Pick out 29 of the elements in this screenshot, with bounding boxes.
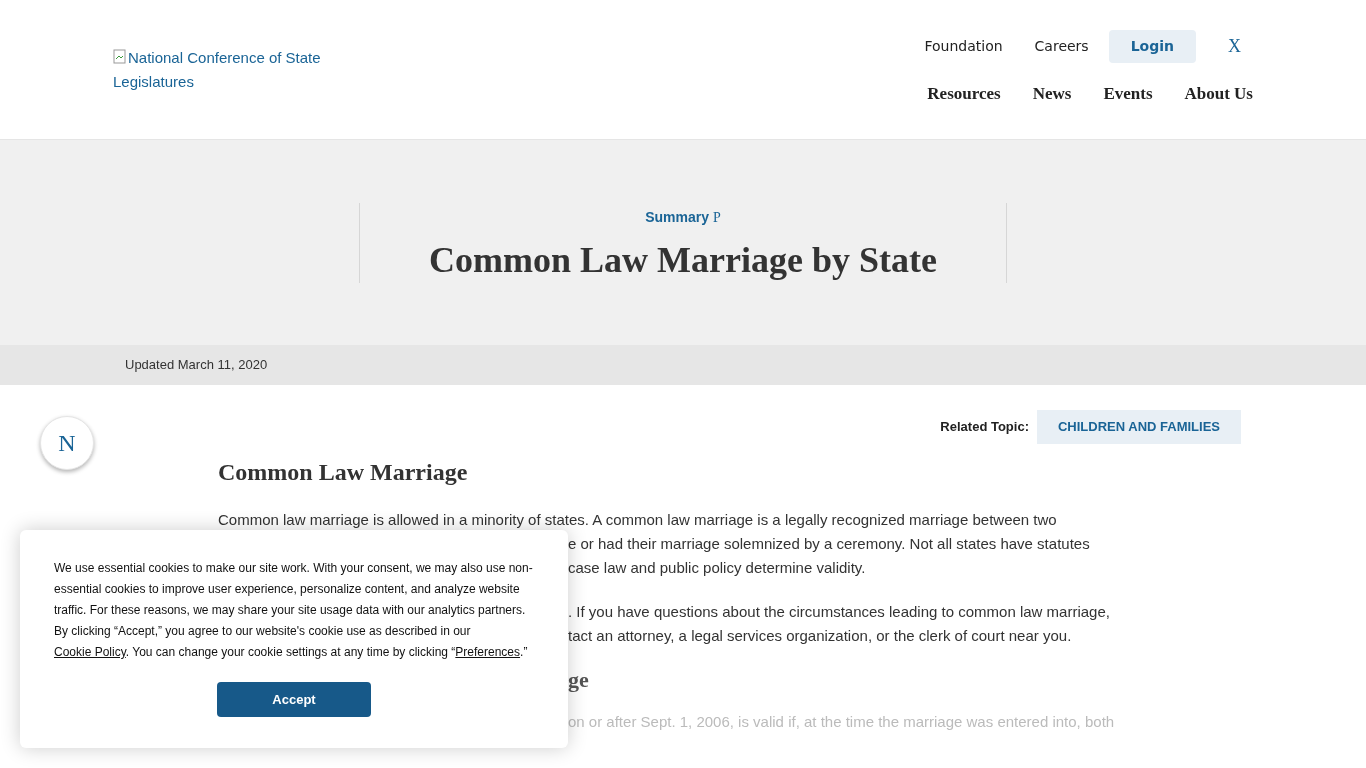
preferences-link[interactable]: Preferences (455, 645, 521, 659)
login-button[interactable]: Login (1108, 30, 1196, 63)
logo-link[interactable]: National Conference of State Legislatures (113, 46, 353, 94)
main-nav-link[interactable]: About Us (1184, 81, 1253, 107)
related-topic-label: Related Topic: (940, 418, 1029, 436)
content-type-icon: P (713, 207, 721, 228)
main-nav-link[interactable]: Events (1103, 81, 1153, 107)
section-heading: ge (568, 666, 589, 692)
broken-image-icon (113, 49, 127, 66)
content-type-label: Summary (645, 208, 709, 227)
paragraph-text: tact an attorney, a legal services organization, or the clerk of court near you. (568, 626, 1072, 644)
section-heading: Common Law Marriage (218, 457, 469, 487)
main-nav-link[interactable]: Resources (927, 81, 1001, 107)
updated-date: Updated March 11, 2020 (125, 356, 268, 375)
page-title: Common Law Marriage by State (429, 242, 937, 278)
social-link[interactable]: X (1228, 33, 1241, 60)
side-circle-button[interactable]: N (40, 416, 94, 470)
paragraph-text: e or had their marriage solemnized by a ceremony. Not all states have statutes (568, 534, 1090, 552)
paragraph-text: case law and public policy determine validity. (568, 558, 866, 576)
paragraph-text: on or after Sept. 1, 2006, is valid if, at the time the marriage was entered into, both (568, 712, 1115, 730)
main-nav-link[interactable]: News (1032, 81, 1072, 107)
topic-tag[interactable]: CHILDREN AND FAMILIES (1036, 410, 1241, 444)
paragraph-text: . If you have questions about the circumstances leading to common law marriage, (568, 602, 1110, 620)
paragraph-text: Common law marriage is allowed in a minority of states. A common law marriage is a legally recognized marriage between two (218, 510, 1057, 528)
nav-link[interactable]: Foundation (908, 32, 1019, 61)
cookie-notice-text: We use essential cookies to make our site work. With your consent, we may also use non-essential cookies to improve user experience, personalize content, and analyze website traffic. For these reasons, we may share your site usage data with our analytics partners. By clicking “Accept,” you agree to our website's cookie use as described in our Cookie Policy. You can change your cookie settings at any time by clicking “Preferences.” (54, 560, 534, 661)
cookie-policy-link[interactable]: Cookie Policy (54, 645, 126, 659)
accept-button[interactable]: Accept (217, 682, 371, 717)
nav-link[interactable]: Careers (1018, 32, 1105, 61)
